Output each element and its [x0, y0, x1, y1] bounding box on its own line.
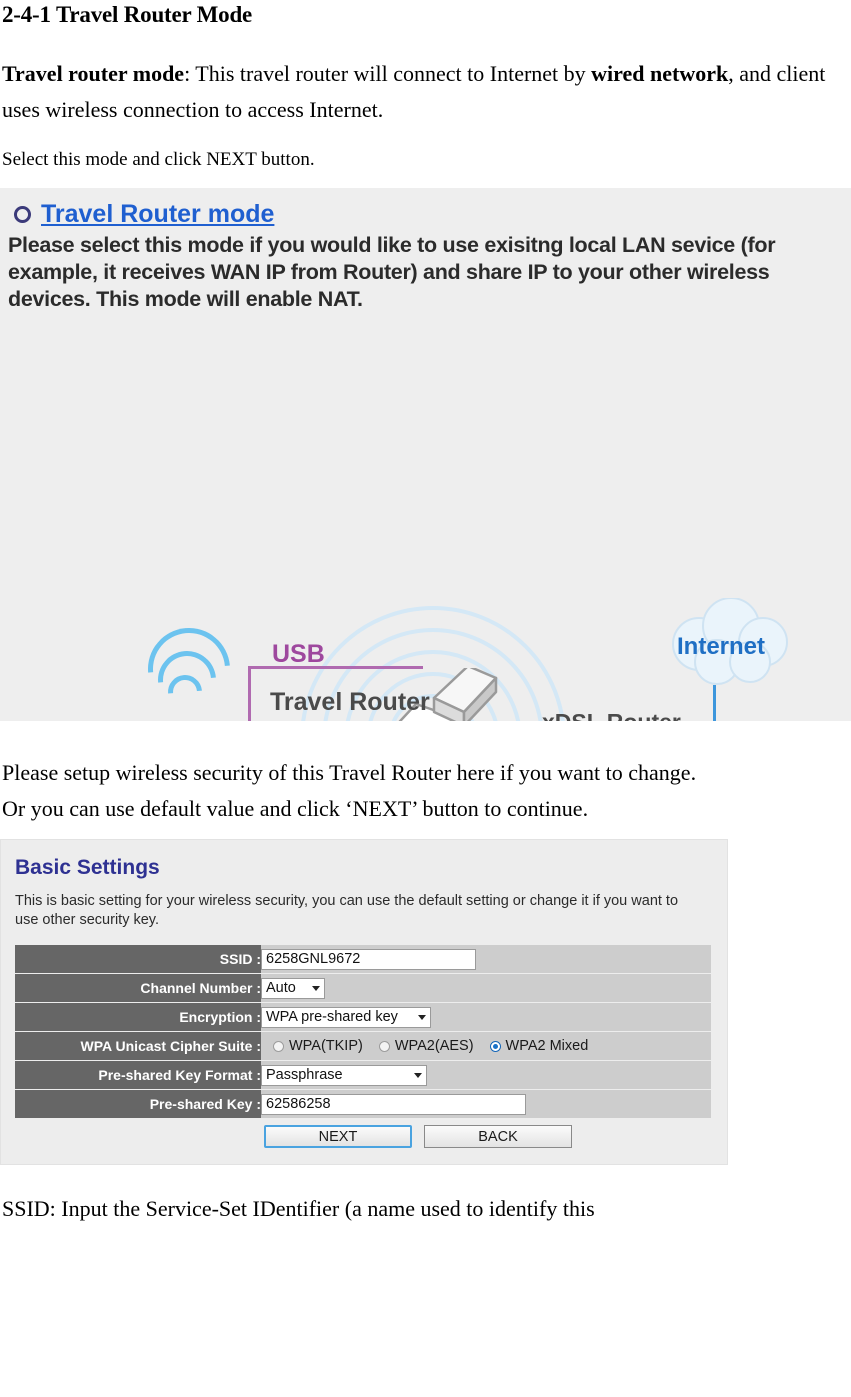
value-cell-ssid: 6258GNL9672: [261, 945, 711, 973]
basic-settings-panel: Basic Settings This is basic setting for…: [0, 839, 728, 1165]
radio-label-wpa2-aes: WPA2(AES): [394, 1038, 474, 1054]
table-row: Channel Number : Auto: [15, 974, 711, 1002]
page-title: 2-4-1 Travel Router Mode: [2, 2, 253, 27]
radio-icon-selected[interactable]: [489, 1040, 501, 1052]
intro-paragraph: Travel router mode: This travel router w…: [0, 56, 851, 128]
post-image-line-2: Or you can use default value and click ‘…: [2, 796, 589, 821]
wireless-settings-table: SSID : 6258GNL9672 Channel Number : Auto…: [15, 944, 711, 1119]
select-mode-note: Select this mode and click NEXT button.: [2, 149, 315, 170]
back-button[interactable]: BACK: [424, 1125, 572, 1148]
table-row: Pre-shared Key Format : Passphrase: [15, 1061, 711, 1089]
mode-description: Please select this mode if you would lik…: [8, 233, 776, 311]
intro-bold-wired-network: wired network: [591, 61, 729, 86]
chevron-down-icon: [414, 1072, 422, 1078]
intro-bold-travel-router-mode: Travel router mode: [2, 61, 185, 86]
pre-shared-key-format-select[interactable]: Passphrase: [261, 1064, 427, 1086]
radio-option-wpa2-mixed[interactable]: WPA2 Mixed: [489, 1038, 589, 1054]
manual-page: 2-4-1 Travel Router Mode Travel router m…: [0, 0, 851, 1227]
label-usb: USB: [272, 640, 325, 668]
key-format-selected-value: Passphrase: [266, 1067, 343, 1083]
label-encryption: Encryption :: [15, 1003, 261, 1031]
table-row: Encryption : WPA pre-shared key: [15, 1003, 711, 1031]
mode-title-link[interactable]: Travel Router mode: [41, 200, 274, 229]
label-channel-number: Channel Number :: [15, 974, 261, 1002]
intro-text-part1: : This travel router will connect to Int…: [184, 61, 592, 86]
usb-link-line: [248, 666, 251, 721]
mode-option-header[interactable]: Travel Router mode: [14, 200, 274, 229]
label-internet: Internet: [677, 633, 766, 660]
chevron-down-icon: [312, 985, 320, 991]
radio-label-wpa2-mixed: WPA2 Mixed: [505, 1038, 589, 1054]
label-pre-shared-key: Pre-shared Key :: [15, 1090, 261, 1118]
channel-number-select[interactable]: Auto: [261, 977, 325, 999]
cipher-suite-radio-group: WPA(TKIP) WPA2(AES) WPA2 Mixed: [261, 1038, 711, 1054]
radio-option-wpa2-aes[interactable]: WPA2(AES): [378, 1038, 474, 1054]
label-wpa-unicast-cipher-suite: WPA Unicast Cipher Suite :: [15, 1032, 261, 1060]
label-ssid: SSID :: [15, 945, 261, 973]
radio-icon[interactable]: [378, 1040, 390, 1052]
value-cell-channel-number: Auto: [261, 974, 711, 1002]
table-row: SSID : 6258GNL9672: [15, 945, 711, 973]
value-cell-pre-shared-key: 62586258: [261, 1090, 711, 1118]
basic-settings-title: Basic Settings: [15, 856, 160, 879]
travel-router-mode-illustration: Travel Router mode Please select this mo…: [0, 188, 851, 721]
radio-option-wpa-tkip[interactable]: WPA(TKIP): [273, 1038, 363, 1054]
pre-shared-key-input[interactable]: 62586258: [261, 1093, 526, 1115]
table-row: WPA Unicast Cipher Suite : WPA(TKIP) WPA…: [15, 1032, 711, 1060]
table-row: Pre-shared Key : 62586258: [15, 1090, 711, 1118]
panel-button-row: NEXT BACK: [15, 1119, 711, 1164]
value-cell-cipher-suite: WPA(TKIP) WPA2(AES) WPA2 Mixed: [261, 1032, 711, 1060]
radio-icon[interactable]: [273, 1040, 284, 1052]
label-xdsl-router: xDSL Router: [542, 709, 681, 721]
post-image-line-1: Please setup wireless security of this T…: [2, 760, 697, 785]
encryption-selected-value: WPA pre-shared key: [266, 1009, 398, 1025]
encryption-select[interactable]: WPA pre-shared key: [261, 1006, 431, 1028]
label-pre-shared-key-format: Pre-shared Key Format :: [15, 1061, 261, 1089]
channel-number-selected-value: Auto: [266, 980, 296, 996]
chevron-down-icon: [418, 1014, 426, 1020]
basic-settings-description: This is basic setting for your wireless …: [15, 893, 679, 928]
footer-ssid-description: SSID: Input the Service-Set IDentifier (…: [2, 1196, 595, 1221]
radio-label-wpa-tkip: WPA(TKIP): [289, 1038, 363, 1054]
ssid-input[interactable]: 6258GNL9672: [261, 948, 476, 970]
value-cell-encryption: WPA pre-shared key: [261, 1003, 711, 1031]
next-button[interactable]: NEXT: [264, 1125, 412, 1148]
label-travel-router: Travel Router: [270, 688, 430, 716]
value-cell-key-format: Passphrase: [261, 1061, 711, 1089]
radio-button-icon[interactable]: [14, 206, 31, 223]
